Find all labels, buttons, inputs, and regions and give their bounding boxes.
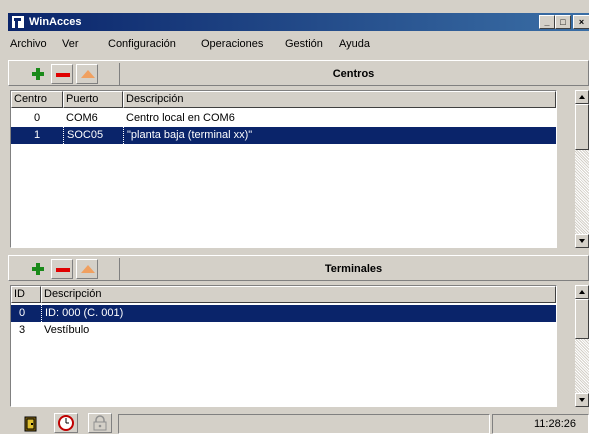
terminales-list[interactable]: ID Descripción 0 ID: 000 (C. 001) 3 Vest… xyxy=(10,285,557,407)
menu-ayuda[interactable]: Ayuda xyxy=(339,38,370,50)
add-icon xyxy=(32,263,44,275)
close-button[interactable]: × xyxy=(573,15,589,29)
column-header-descripcion[interactable]: Descripción xyxy=(41,286,556,303)
terminales-up-button[interactable] xyxy=(76,259,98,279)
arrow-up-icon xyxy=(579,95,585,99)
centros-up-button[interactable] xyxy=(76,64,98,84)
table-row[interactable]: 0 COM6 Centro local en COM6 xyxy=(11,110,556,127)
table-row-selected[interactable]: 0 ID: 000 (C. 001) xyxy=(11,305,556,322)
menu-gestion[interactable]: Gestión xyxy=(285,38,323,50)
menu-configuracion[interactable]: Configuración xyxy=(108,38,176,50)
clock-icon xyxy=(58,415,74,431)
move-up-icon xyxy=(81,70,95,78)
arrow-down-icon xyxy=(579,398,585,402)
table-row[interactable]: 3 Vestíbulo xyxy=(11,322,556,339)
column-header-centro[interactable]: Centro xyxy=(11,91,63,108)
clock-button[interactable] xyxy=(54,413,78,433)
status-time: 11:28:26 xyxy=(492,414,589,434)
window-title: WinAcces xyxy=(29,16,82,28)
status-bar: 11:28:26 xyxy=(8,412,589,434)
cell-descripcion: Vestíbulo xyxy=(44,324,90,336)
cell-centro: 1 xyxy=(33,129,41,141)
cell-descripcion: ID: 000 (C. 001) xyxy=(41,305,556,322)
maximize-button[interactable]: □ xyxy=(555,15,571,29)
scroll-down-button[interactable] xyxy=(575,234,589,248)
column-header-id[interactable]: ID xyxy=(11,286,41,303)
centros-scrollbar[interactable] xyxy=(575,90,589,248)
remove-icon xyxy=(56,73,70,77)
terminales-toolbar: Terminales xyxy=(8,255,589,281)
cell-puerto: SOC05 xyxy=(63,127,123,144)
terminales-add-button[interactable] xyxy=(27,259,49,279)
cell-descripcion: Centro local en COM6 xyxy=(126,112,235,124)
add-icon xyxy=(32,68,44,80)
column-header-puerto[interactable]: Puerto xyxy=(63,91,123,108)
scroll-down-button[interactable] xyxy=(575,393,589,407)
centros-list[interactable]: Centro Puerto Descripción 0 COM6 Centro … xyxy=(10,90,557,248)
menu-operaciones[interactable]: Operaciones xyxy=(201,38,263,50)
centros-toolbar: Centros xyxy=(8,60,589,86)
arrow-down-icon xyxy=(579,239,585,243)
scroll-up-button[interactable] xyxy=(575,285,589,299)
terminales-scrollbar[interactable] xyxy=(575,285,589,407)
cell-descripcion: "planta baja (terminal xx)" xyxy=(123,127,556,144)
centros-title: Centros xyxy=(119,63,587,85)
scroll-up-button[interactable] xyxy=(575,90,589,104)
menu-archivo[interactable]: Archivo xyxy=(10,38,47,50)
menu-bar: Archivo Ver Configuración Operaciones Ge… xyxy=(8,34,589,54)
terminales-title: Terminales xyxy=(119,258,587,280)
cell-centro: 0 xyxy=(33,112,41,124)
cell-id: 3 xyxy=(19,324,26,336)
table-row-selected[interactable]: 1 SOC05 "planta baja (terminal xx)" xyxy=(11,127,556,144)
cell-puerto: COM6 xyxy=(66,112,98,124)
app-icon[interactable] xyxy=(11,15,25,29)
terminales-remove-button[interactable] xyxy=(51,259,73,279)
scroll-thumb[interactable] xyxy=(575,104,589,150)
centros-add-button[interactable] xyxy=(27,64,49,84)
column-header-descripcion[interactable]: Descripción xyxy=(123,91,556,108)
title-bar[interactable]: WinAcces _ □ × xyxy=(8,13,589,31)
move-up-icon xyxy=(81,265,95,273)
centros-remove-button[interactable] xyxy=(51,64,73,84)
status-panel xyxy=(118,414,490,434)
arrow-up-icon xyxy=(579,290,585,294)
scroll-thumb[interactable] xyxy=(575,299,589,339)
lock-button[interactable] xyxy=(88,413,112,433)
exit-door-icon[interactable] xyxy=(22,415,42,433)
minimize-button[interactable]: _ xyxy=(539,15,555,29)
cell-id: 0 xyxy=(19,307,26,319)
remove-icon xyxy=(56,268,70,272)
lock-icon xyxy=(93,415,107,431)
menu-ver[interactable]: Ver xyxy=(62,38,79,50)
